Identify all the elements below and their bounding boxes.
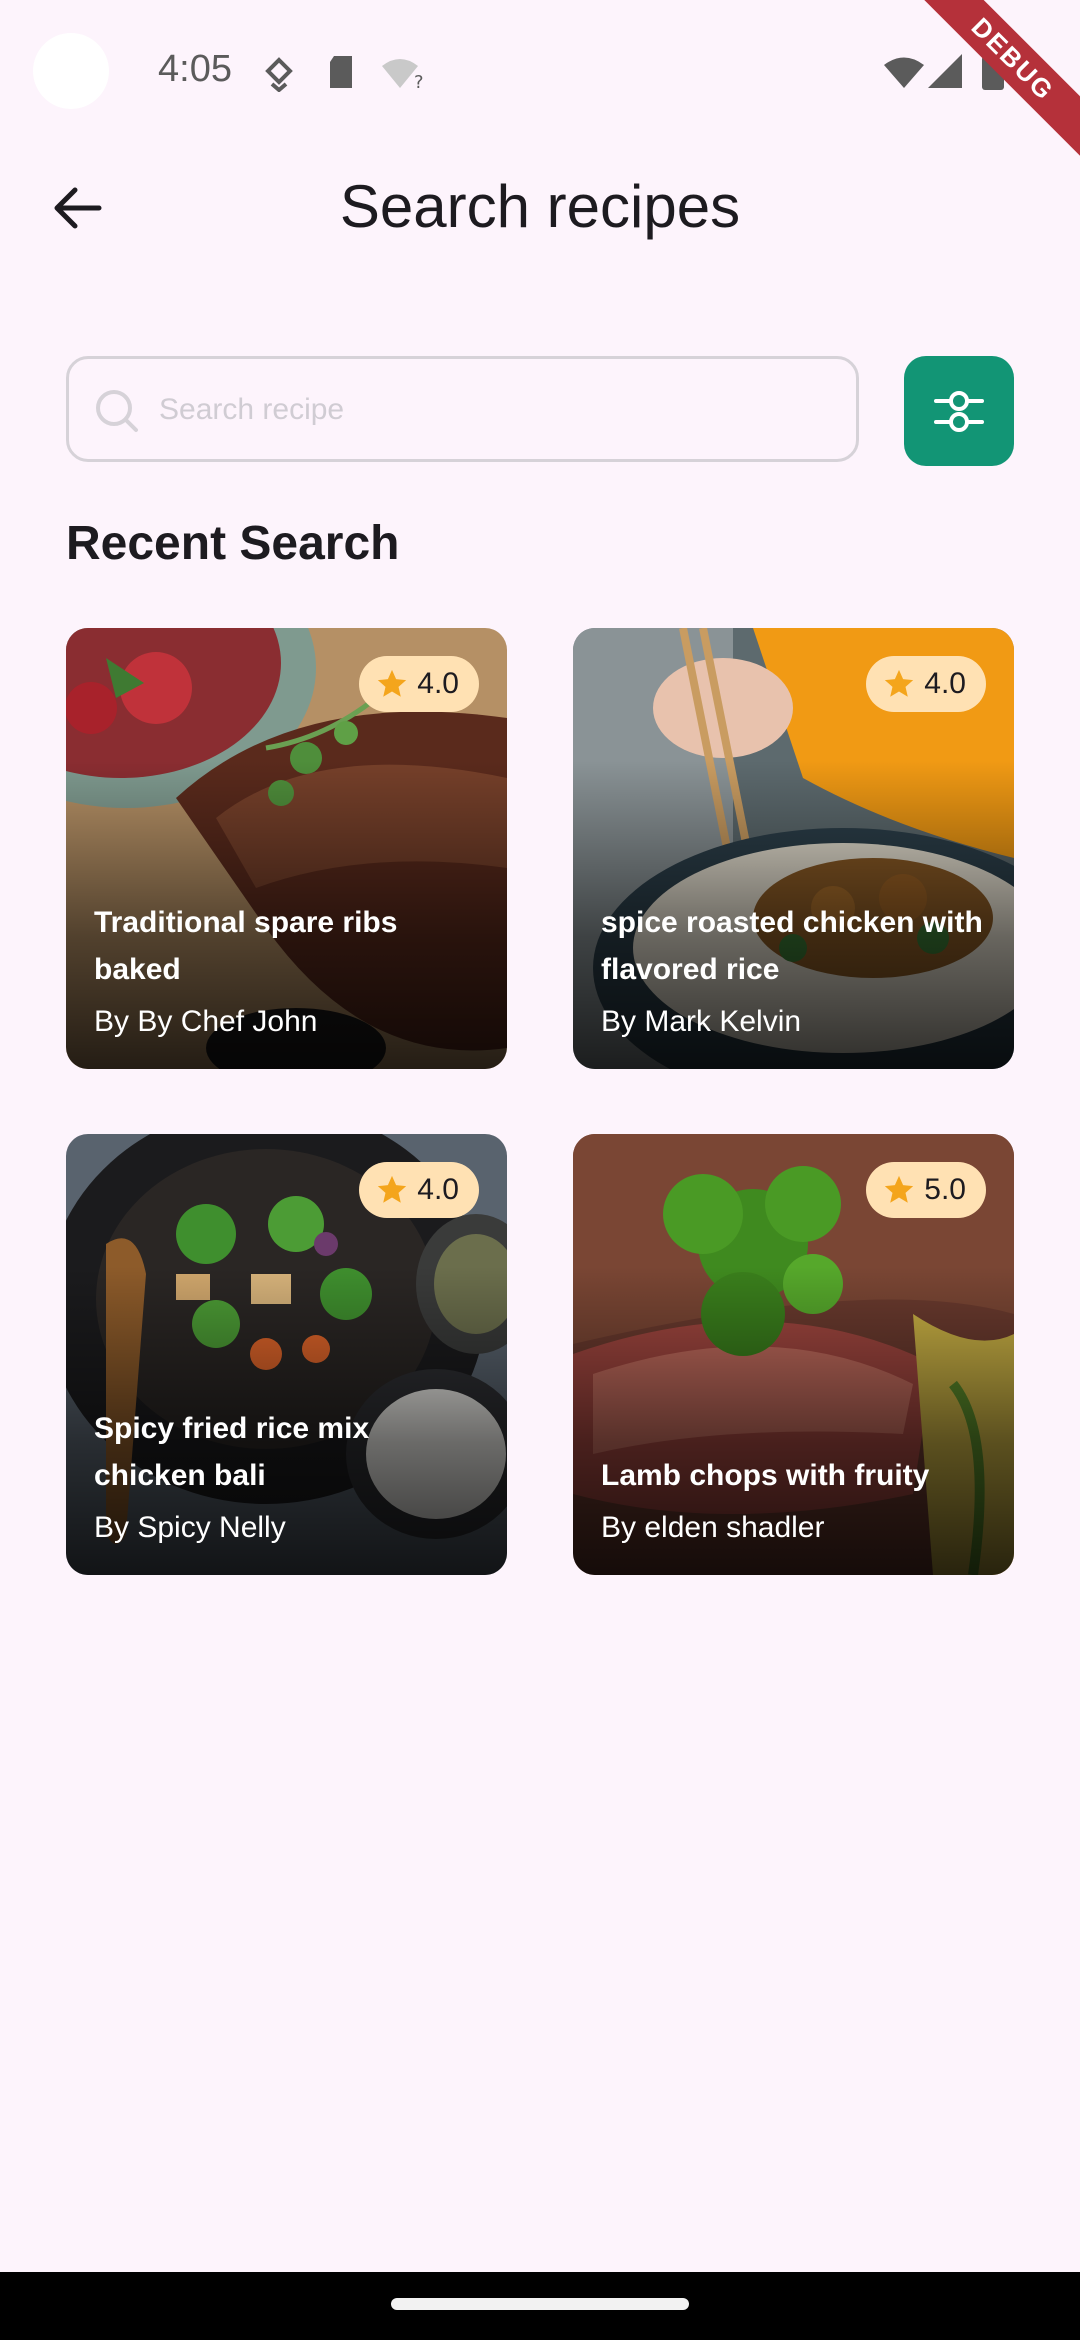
recipe-title: Traditional spare ribs baked bbox=[94, 906, 398, 986]
filter-button[interactable] bbox=[904, 356, 1014, 466]
search-recipes-screen: 4:05 ? DEBUG Search recipes Search recip… bbox=[0, 0, 1080, 2340]
rating-value: 4.0 bbox=[924, 667, 966, 700]
rating-value: 4.0 bbox=[417, 667, 459, 700]
status-bar: 4:05 ? DEBUG bbox=[0, 0, 1080, 163]
search-icon bbox=[96, 390, 138, 432]
location-icon bbox=[265, 57, 293, 92]
wifi-question-icon: ? bbox=[382, 59, 424, 90]
recipe-author: By By Chef John bbox=[94, 1005, 318, 1038]
star-icon bbox=[378, 1175, 407, 1203]
recipe-card[interactable]: 4.0 Spicy fried rice mix chicken bali By… bbox=[66, 1134, 507, 1575]
search-field[interactable] bbox=[66, 356, 859, 462]
star-icon bbox=[378, 669, 407, 697]
status-time: 4:05 bbox=[158, 48, 232, 90]
svg-text:?: ? bbox=[414, 72, 424, 90]
rating-badge: 4.0 bbox=[359, 1162, 479, 1218]
recipe-title: Spicy fried rice mix chicken bali bbox=[94, 1412, 370, 1492]
sd-card-icon bbox=[330, 56, 352, 88]
camera-cutout bbox=[33, 33, 109, 109]
wifi-icon bbox=[884, 57, 924, 88]
star-icon bbox=[885, 1175, 914, 1203]
recipe-author: By elden shadler bbox=[601, 1511, 825, 1544]
search-input[interactable] bbox=[157, 359, 841, 461]
recipe-card[interactable]: 4.0 spice roasted chicken with flavored … bbox=[573, 628, 1014, 1069]
recipe-title: Lamb chops with fruity bbox=[601, 1459, 930, 1492]
recipe-author: By Mark Kelvin bbox=[601, 1005, 802, 1038]
rating-badge: 4.0 bbox=[866, 656, 986, 712]
filter-sliders-icon bbox=[934, 391, 984, 432]
recipe-title: spice roasted chicken with flavored rice bbox=[601, 906, 983, 986]
signal-icon bbox=[928, 54, 962, 88]
page-title: Search recipes bbox=[339, 173, 741, 240]
recipe-author: By Spicy Nelly bbox=[94, 1511, 286, 1544]
rating-value: 5.0 bbox=[924, 1173, 966, 1206]
section-heading: Recent Search bbox=[66, 517, 400, 570]
star-icon bbox=[885, 669, 914, 697]
rating-badge: 5.0 bbox=[866, 1162, 986, 1218]
recipe-card[interactable]: 5.0 Lamb chops with fruity By elden shad… bbox=[573, 1134, 1014, 1575]
rating-badge: 4.0 bbox=[359, 656, 479, 712]
home-indicator[interactable] bbox=[391, 2298, 689, 2310]
rating-value: 4.0 bbox=[417, 1173, 459, 1206]
recipe-card[interactable]: 4.0 Traditional spare ribs baked By By C… bbox=[66, 628, 507, 1069]
